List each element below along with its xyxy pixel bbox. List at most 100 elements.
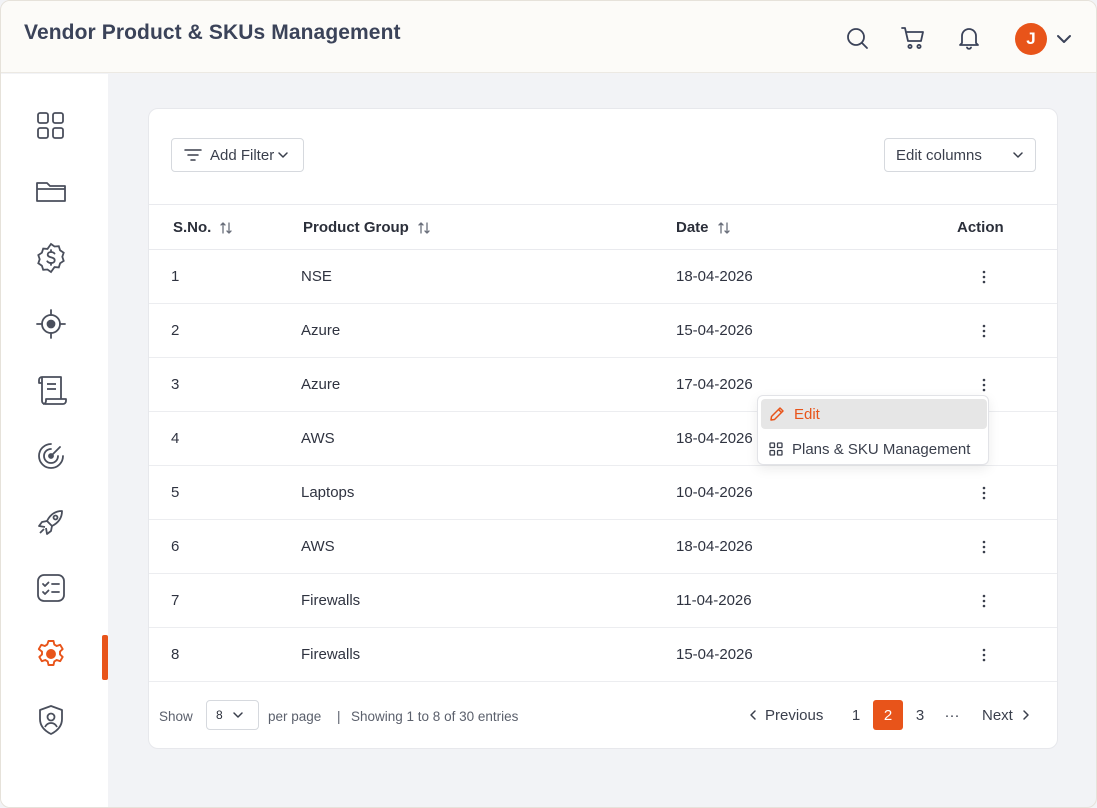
cell-product-group: NSE [301,268,332,285]
row-actions-button[interactable] [975,644,993,666]
sidebar-item-folders[interactable] [33,174,69,210]
cell-product-group: Firewalls [301,646,361,663]
table-footer: Show 8 per page | Showing 1 to 8 of 30 e… [149,699,1057,733]
cell-date: 18-04-2026 [676,538,753,555]
page-button-3[interactable]: 3 [913,700,927,730]
sidebar-item-billing[interactable] [33,240,69,276]
avatar[interactable]: J [1015,23,1047,55]
cell-sno: 4 [171,430,180,447]
per-page-label: per page [268,709,322,724]
table-row: 7 Firewalls 11-04-2026 [149,574,1057,628]
sort-icon [220,221,232,234]
cell-product-group: Azure [301,322,341,339]
column-header-product-group[interactable]: Product Group [303,219,431,236]
chevron-down-icon [278,152,288,158]
chevron-down-icon [1013,152,1023,158]
cell-product-group: AWS [301,538,335,555]
table-row: 2 Azure 15-04-2026 [149,304,1057,358]
column-header-sno[interactable]: S.No. [173,219,233,236]
chevron-left-icon [750,710,756,720]
sidebar-item-tasks[interactable] [33,570,69,606]
edit-columns-label: Edit columns [896,146,982,164]
cell-date: 15-04-2026 [676,646,753,663]
next-page-button[interactable]: Next [982,700,1030,730]
table-row: 5 Laptops 10-04-2026 [149,466,1057,520]
show-label: Show [159,709,193,724]
app-window: Vendor Product & SKUs Management J Add F… [0,0,1097,808]
cell-product-group: Laptops [301,484,355,501]
sort-icon [717,221,730,234]
shield-user-icon [39,705,63,735]
table-row: 6 AWS 18-04-2026 [149,520,1057,574]
showing-entries-text: Showing 1 to 8 of 30 entries [351,709,519,724]
add-filter-button[interactable]: Add Filter [171,138,304,172]
kebab-icon [982,324,986,338]
footer-separator: | [337,709,341,724]
table-body: 1 NSE 18-04-2026 2 Azure 15-04-2026 3 Az… [149,250,1057,682]
folder-icon [36,182,66,202]
per-page-select[interactable]: 8 [206,700,259,730]
kebab-icon [982,540,986,554]
sidebar-item-settings[interactable] [33,636,69,672]
grid-icon [37,112,64,139]
filter-icon [184,149,202,161]
cell-product-group: Azure [301,376,341,393]
target-icon [36,309,66,339]
pagination-ellipsis: ··· [944,706,960,724]
kebab-icon [982,270,986,284]
chevron-down-icon[interactable] [1054,29,1074,49]
sidebar-item-security[interactable] [33,702,69,738]
cell-sno: 6 [171,538,180,555]
rocket-icon [38,510,63,535]
dollar-badge-icon [37,242,65,274]
cell-sno: 7 [171,592,180,609]
page-title: Vendor Product & SKUs Management [24,21,401,44]
page-button-2[interactable]: 2 [873,700,903,730]
cell-date: 17-04-2026 [676,376,753,393]
menu-item-edit[interactable]: Edit [761,399,987,429]
sidebar-item-targets[interactable] [33,306,69,342]
row-actions-button[interactable] [975,266,993,288]
cart-icon[interactable] [900,25,926,51]
kebab-icon [982,378,986,392]
chevron-right-icon [1023,710,1029,720]
row-actions-button[interactable] [975,374,993,396]
kebab-icon [982,486,986,500]
per-page-value: 8 [216,708,223,722]
row-actions-button[interactable] [975,536,993,558]
cell-product-group: Firewalls [301,592,361,609]
cell-date: 15-04-2026 [676,322,753,339]
search-icon[interactable] [844,25,870,51]
gear-icon [37,640,64,666]
cell-sno: 1 [171,268,180,285]
row-actions-button[interactable] [975,590,993,612]
sidebar-item-monitoring[interactable] [33,438,69,474]
kebab-icon [982,648,986,662]
cell-sno: 2 [171,322,180,339]
cell-date: 18-04-2026 [676,268,753,285]
cell-sno: 5 [171,484,180,501]
edit-columns-select[interactable]: Edit columns [884,138,1036,172]
page-button-1[interactable]: 1 [849,700,863,730]
kebab-icon [982,594,986,608]
sidebar-active-indicator [102,635,108,680]
row-actions-button[interactable] [975,320,993,342]
sidebar-item-dashboard[interactable] [33,108,69,144]
apps-icon [769,442,783,456]
cell-date: 10-04-2026 [676,484,753,501]
table-row: 8 Firewalls 15-04-2026 [149,628,1057,682]
row-actions-button[interactable] [975,482,993,504]
radar-icon [38,443,64,469]
sidebar-item-launch[interactable] [33,504,69,540]
column-header-date[interactable]: Date [676,219,731,236]
scroll-icon [38,376,67,405]
cell-product-group: AWS [301,430,335,447]
table-header: S.No. Product Group Date Action [149,204,1057,250]
chevron-down-icon [232,712,243,718]
sidebar-item-documents[interactable] [33,372,69,408]
previous-page-button[interactable]: Previous [749,700,823,730]
menu-item-plans-sku[interactable]: Plans & SKU Management [761,434,987,464]
add-filter-label: Add Filter [210,146,275,164]
top-bar: Vendor Product & SKUs Management J [1,1,1096,73]
bell-icon[interactable] [956,25,982,51]
